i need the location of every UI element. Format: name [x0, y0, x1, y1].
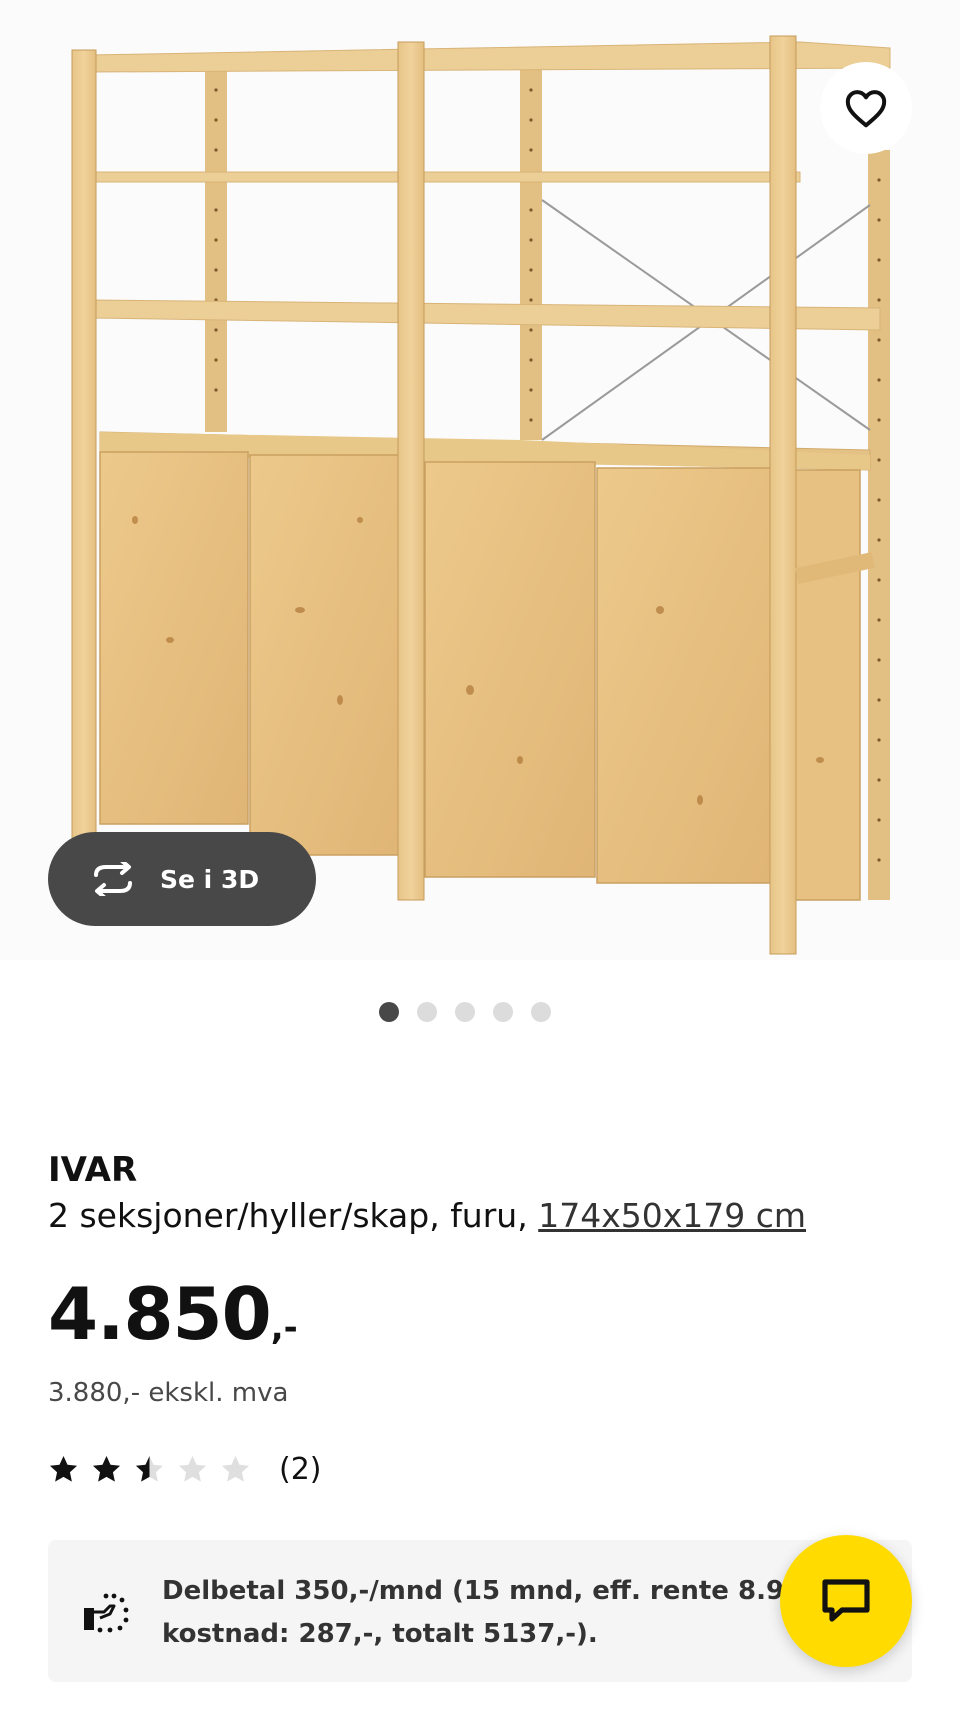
chat-bubble-icon [822, 1579, 870, 1622]
product-description-text: 2 seksjoner/hyller/skap, furu, [48, 1196, 528, 1235]
carousel-dot[interactable] [531, 1002, 551, 1022]
product-description: 2 seksjoner/hyller/skap, furu, 174x50x17… [48, 1196, 928, 1235]
rating[interactable]: (2) [48, 1452, 322, 1487]
star-full-icon [49, 1455, 78, 1482]
price-excl-vat: 3.880,- ekskl. mva [48, 1378, 289, 1408]
carousel-dot[interactable] [493, 1002, 513, 1022]
chat-button[interactable] [780, 1535, 912, 1667]
rotate-3d-icon [94, 862, 132, 896]
price-suffix: ,- [270, 1308, 298, 1348]
product-name: IVAR [48, 1150, 138, 1190]
favorite-button[interactable] [820, 62, 912, 154]
carousel-dot[interactable] [417, 1002, 437, 1022]
star-full-icon [92, 1455, 121, 1482]
installment-line-2: kostnad: 287,-, totalt 5137,-). [162, 1619, 598, 1649]
star-empty-icon [221, 1455, 250, 1482]
price-amount: 4.850 [48, 1272, 272, 1356]
cart-installment-icon [80, 1590, 130, 1634]
heart-outline-icon [845, 90, 887, 128]
carousel-dot[interactable] [455, 1002, 475, 1022]
product-dimensions-link[interactable]: 174x50x179 cm [538, 1196, 806, 1235]
star-half-icon [135, 1455, 164, 1482]
star-empty-icon [178, 1455, 207, 1482]
rating-count: (2) [279, 1452, 322, 1487]
carousel-dots [0, 1002, 960, 1022]
product-image-area[interactable]: Se i 3D [0, 0, 960, 960]
rating-stars [48, 1454, 251, 1485]
carousel-dot[interactable] [379, 1002, 399, 1022]
see-in-3d-button[interactable]: Se i 3D [48, 832, 316, 926]
see-in-3d-label: Se i 3D [160, 864, 260, 894]
installment-line-1: Delbetal 350,-/mnd (15 mnd, eff. rente 8… [162, 1576, 811, 1606]
product-price: 4.850 ,- [48, 1272, 298, 1356]
product-image [71, 35, 891, 955]
installment-text: Delbetal 350,-/mnd (15 mnd, eff. rente 8… [162, 1570, 862, 1656]
product-page: Se i 3D IVAR 2 seksjoner/hyller/skap, fu… [0, 0, 960, 1715]
